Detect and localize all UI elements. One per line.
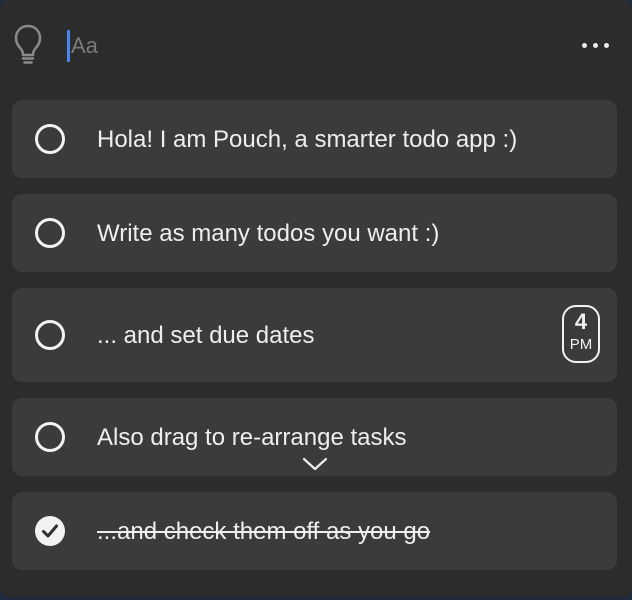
task-label: Also drag to re-arrange tasks <box>97 424 407 451</box>
task-checkbox[interactable] <box>35 218 65 248</box>
ellipsis-icon <box>604 43 609 48</box>
task-label: ... and set due dates <box>97 322 315 349</box>
task-checkbox[interactable] <box>35 320 65 350</box>
task-checkbox-checked[interactable] <box>35 516 65 546</box>
due-meridiem: PM <box>569 336 593 353</box>
header <box>0 0 632 92</box>
more-options-button[interactable] <box>578 30 614 60</box>
task-item[interactable]: Hola! I am Pouch, a smarter todo app :) <box>12 100 617 178</box>
task-item[interactable]: ...and check them off as you go <box>12 492 617 570</box>
new-todo-field[interactable] <box>67 28 527 64</box>
due-hour: 4 <box>574 309 588 334</box>
task-label: ...and check them off as you go <box>97 518 431 545</box>
lightbulb-icon[interactable] <box>14 24 42 66</box>
ellipsis-icon <box>582 43 587 48</box>
task-checkbox[interactable] <box>35 124 65 154</box>
ellipsis-icon <box>593 43 598 48</box>
pouch-window: Hola! I am Pouch, a smarter todo app :) … <box>0 0 632 597</box>
task-item[interactable]: Write as many todos you want :) <box>12 194 617 272</box>
checkmark-icon <box>42 524 58 538</box>
chevron-down-icon[interactable] <box>302 457 328 471</box>
task-item[interactable]: Also drag to re-arrange tasks <box>12 398 617 476</box>
task-item[interactable]: ... and set due dates 4 PM <box>12 288 617 382</box>
task-label: Write as many todos you want :) <box>97 220 440 247</box>
due-time-badge[interactable]: 4 PM <box>562 305 600 363</box>
task-checkbox[interactable] <box>35 422 65 452</box>
text-caret <box>67 30 70 62</box>
task-label: Hola! I am Pouch, a smarter todo app :) <box>97 126 518 153</box>
new-todo-input[interactable] <box>71 28 511 64</box>
